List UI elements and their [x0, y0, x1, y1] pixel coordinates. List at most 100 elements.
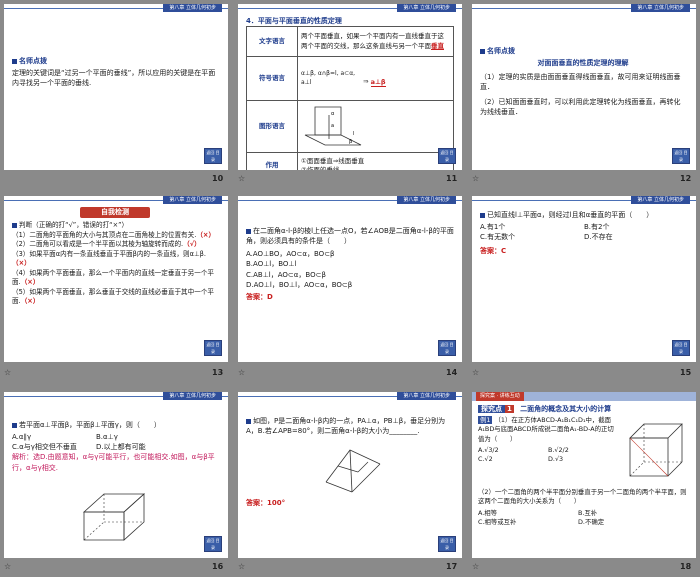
option-a: A.相等	[478, 508, 498, 517]
slide-15[interactable]: 第八章 立体几何初步 已知直线l⊥平面α，则经过l且和α垂直的平面（ ） A.有…	[472, 196, 696, 362]
slide-number: 11	[446, 174, 458, 183]
slide-header: 第八章 立体几何初步	[238, 196, 462, 205]
square-bullet-icon	[480, 212, 485, 218]
judgement-item: （1）二面角的平面角的大小与其顶点在二面角棱上的位置有关.（×）	[12, 231, 220, 241]
answer-text: 答案：C	[480, 247, 507, 256]
square-bullet-icon	[12, 58, 17, 64]
back-to-contents-button[interactable]: 返回 目录	[204, 148, 222, 164]
topic-title: 二面角的概念及其大小的计算	[520, 405, 612, 413]
item-text: （5）如果两个平面垂直，那么垂直于交线的直线必垂直于其中一个平面.	[12, 287, 215, 306]
back-to-contents-button[interactable]: 返回 目录	[438, 148, 456, 164]
question-block: 如图，P是二面角α-l-β内的一点，PA⊥α，PB⊥β，垂足分别为A，B.若∠A…	[246, 416, 454, 436]
back-to-contents-button[interactable]: 返回 目录	[204, 340, 222, 356]
analysis-text: 解析：选D.由题意知，α与γ可能平行，也可能相交.如图，α与β平行，α与γ相交.	[12, 453, 215, 472]
theorem-table: 文字语言 两个平面垂直，如果一个平面内有一直线垂直于这两个平面的交线，那么这条直…	[246, 26, 454, 170]
option-d: D.不确定	[578, 517, 605, 526]
slide-18[interactable]: 探究案 · 讲练互动 探究点 1 二面角的概念及其大小的计算 例1 （1）在正方体…	[472, 392, 696, 558]
option-b: B.√2/2	[548, 445, 569, 454]
slide-number: 18	[680, 562, 692, 571]
note-paragraph: （1）定理的实质是由面面垂直得线面垂直，故可用来证明线面垂直．	[480, 73, 681, 92]
judgement-block: 判断（正确的打“√”，错误的打“×”） （1）二面角的平面角的大小与其顶点在二面…	[12, 221, 220, 307]
slide-16[interactable]: 第八章 立体几何初步 若平面α⊥平面β，平面β⊥平面γ，则（ ） A.α∥γ B.…	[4, 392, 228, 558]
slide-10[interactable]: 第八章 立体几何初步 名师点拨 定理的关键词是“过另一个平面的垂线”，所以应用的…	[4, 4, 228, 170]
note-subtitle: 对面面垂直的性质定理的理解	[537, 59, 629, 68]
figure-cell: α β a l	[297, 99, 454, 154]
nav-label: 返回 目录	[440, 538, 454, 550]
question-stem: 如图，P是二面角α-l-β内的一点，PA⊥α，PB⊥β，垂足分别为A，B.若∠A…	[246, 417, 446, 436]
back-to-contents-button[interactable]: 返回 目录	[672, 340, 690, 356]
question-stem: 判断（正确的打“√”，错误的打“×”）	[19, 221, 129, 229]
judgement-item: （4）如果两个平面垂直，那么一个平面内的直线一定垂直于另一个平面.（×）	[12, 269, 220, 288]
item-answer: （×）	[20, 297, 40, 306]
option-a: A.√3/2	[478, 445, 499, 454]
note-body: 定理的关键词是“过另一个平面的垂线”，所以应用的关键是在平面内寻找另一个平面的垂…	[12, 69, 216, 88]
slide-header: 第八章 立体几何初步	[4, 196, 228, 205]
option-d: D.√3	[548, 455, 564, 464]
symbol-text: α⊥β, α∩β=l, a⊂α, a⊥l	[301, 69, 356, 86]
slide-11[interactable]: 第八章 立体几何初步 4．平面与平面垂直的性质定理 文字语言 两个平面垂直，如果…	[238, 4, 462, 170]
chapter-tag: 第八章 立体几何初步	[397, 196, 456, 204]
option-a: A.α∥γ	[12, 433, 32, 442]
question-block: 已知直线l⊥平面α，则经过l且和α垂直的平面（ ） A.有1个 B.有2个 C.有…	[480, 210, 688, 257]
slide-number: 10	[212, 174, 224, 183]
square-bullet-icon	[246, 228, 251, 234]
slide-number: 14	[446, 368, 458, 377]
star-icon[interactable]: ☆	[238, 368, 245, 377]
symbol-answer: a⊥β	[370, 77, 386, 87]
star-icon[interactable]: ☆	[4, 562, 11, 571]
judgement-item: （3）如果平面α内有一条直线垂直于平面β内的一条直线，则α⊥β.（×）	[12, 250, 220, 269]
item-text: （4）如果两个平面垂直，那么一个平面内的直线一定垂直于另一个平面.	[12, 268, 215, 287]
row-text: 两个平面垂直，如果一个平面内有一直线垂直于这两个平面的交线，那么这条直线与另一个…	[297, 26, 454, 57]
star-icon[interactable]: ☆	[238, 174, 245, 183]
star-icon[interactable]: ☆	[4, 368, 11, 377]
option-b: B.α⊥γ	[96, 433, 118, 442]
chapter-tag: 第八章 立体几何初步	[163, 392, 222, 400]
slide-header: 第八章 立体几何初步	[238, 392, 462, 401]
slide-number: 15	[680, 368, 692, 377]
row-label: 符号语言	[246, 56, 298, 101]
svg-text:β: β	[349, 139, 352, 145]
star-icon[interactable]: ☆	[238, 562, 245, 571]
star-icon[interactable]: ☆	[472, 174, 479, 183]
example-label: 例1	[478, 416, 493, 424]
note-heading: 名师点拨	[19, 57, 47, 65]
answer-text: 答案：100°	[246, 499, 286, 507]
square-bullet-icon	[246, 418, 251, 424]
note-block: 名师点拨 定理的关键词是“过另一个平面的垂线”，所以应用的关键是在平面内寻找另一…	[12, 56, 218, 88]
svg-text:a: a	[331, 123, 334, 129]
nav-label: 返回 目录	[674, 342, 688, 354]
slide-17[interactable]: 第八章 立体几何初步 如图，P是二面角α-l-β内的一点，PA⊥α，PB⊥β，垂…	[238, 392, 462, 558]
slide-number: 12	[680, 174, 692, 183]
highlight-answer: 垂直	[431, 41, 444, 50]
row-label: 作用	[246, 152, 298, 170]
dihedral-angle-figure	[325, 449, 381, 493]
topic-row: 探究点 1 二面角的概念及其大小的计算	[478, 404, 611, 414]
row-text: ①面面垂直⇒线面垂直 ②作面的垂线	[297, 152, 454, 170]
chapter-tag: 第八章 立体几何初步	[397, 392, 456, 400]
star-icon[interactable]: ☆	[472, 562, 479, 571]
slide-14[interactable]: 第八章 立体几何初步 在二面角α-l-β的棱l上任选一点O，若∠AOB是二面角α…	[238, 196, 462, 362]
note-heading: 名师点拨	[487, 47, 515, 55]
back-to-contents-button[interactable]: 返回 目录	[204, 536, 222, 552]
row-label: 图形语言	[246, 99, 298, 154]
item-answer: （×）	[196, 230, 216, 239]
square-bullet-icon	[12, 422, 17, 428]
nav-label: 返回 目录	[206, 342, 220, 354]
note-paragraph: （2）已知面面垂直时，可以利用此定理转化为线面垂直，再转化为线线垂直．	[480, 97, 681, 116]
star-icon[interactable]: ☆	[472, 368, 479, 377]
item-text: （3）如果平面α内有一条直线垂直于平面β内的一条直线，则α⊥β.	[12, 249, 206, 258]
back-to-contents-button[interactable]: 返回 目录	[672, 148, 690, 164]
question-stem: 若平面α⊥平面β，平面β⊥平面γ，则（ ）	[19, 421, 161, 429]
slide-12[interactable]: 第八章 立体几何初步 名师点拨 对面面垂直的性质定理的理解 （1）定理的实质是由…	[472, 4, 696, 170]
back-to-contents-button[interactable]: 返回 目录	[438, 340, 456, 356]
explore-header: 探究案 · 讲练互动	[472, 392, 696, 401]
svg-text:l: l	[353, 131, 354, 137]
back-to-contents-button[interactable]: 返回 目录	[438, 536, 456, 552]
item-answer: （√）	[183, 240, 201, 249]
chapter-tag: 第八章 立体几何初步	[631, 4, 690, 12]
question-2-block: （2）一个二面角的两个半平面分别垂直于另一个二面角的两个半平面，则这两个二面角的…	[478, 488, 690, 527]
slide-13[interactable]: 第八章 立体几何初步 自我检测 判断（正确的打“√”，错误的打“×”） （1）二…	[4, 196, 228, 362]
chapter-tag: 第八章 立体几何初步	[163, 196, 222, 204]
option-c: C.相等或互补	[478, 517, 517, 526]
question-stem: （1）在正方体ABCD-A₁B₁C₁D₁中，截面A₁BD与底面ABCD所成锐二面…	[478, 416, 614, 443]
